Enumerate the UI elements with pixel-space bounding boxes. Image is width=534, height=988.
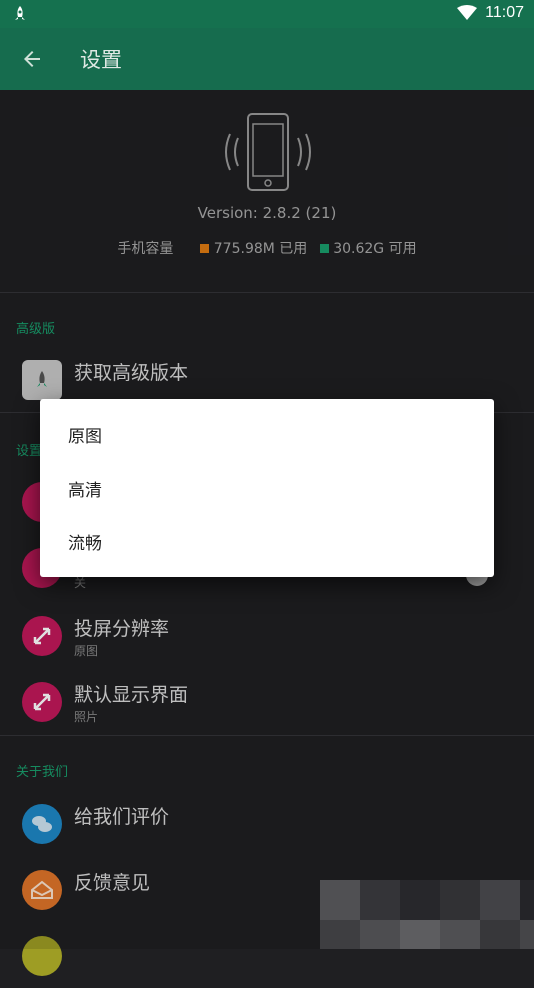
option-label: 流畅 (68, 534, 102, 554)
back-arrow-icon[interactable] (20, 47, 44, 71)
page-title: 设置 (80, 48, 122, 72)
option-hd[interactable]: 高清 (40, 461, 494, 514)
resolution-dialog: 原图 高清 流畅 (40, 399, 494, 577)
option-smooth[interactable]: 流畅 (40, 514, 494, 567)
wifi-icon (457, 5, 478, 20)
app-bar: 设置 (0, 28, 534, 90)
option-original[interactable]: 原图 (40, 407, 494, 460)
rocket-notification-icon (15, 6, 25, 20)
clock: 11:07 (485, 4, 524, 21)
status-bar: 11:07 (0, 0, 534, 28)
option-label: 原图 (68, 427, 102, 447)
option-label: 高清 (68, 481, 102, 501)
